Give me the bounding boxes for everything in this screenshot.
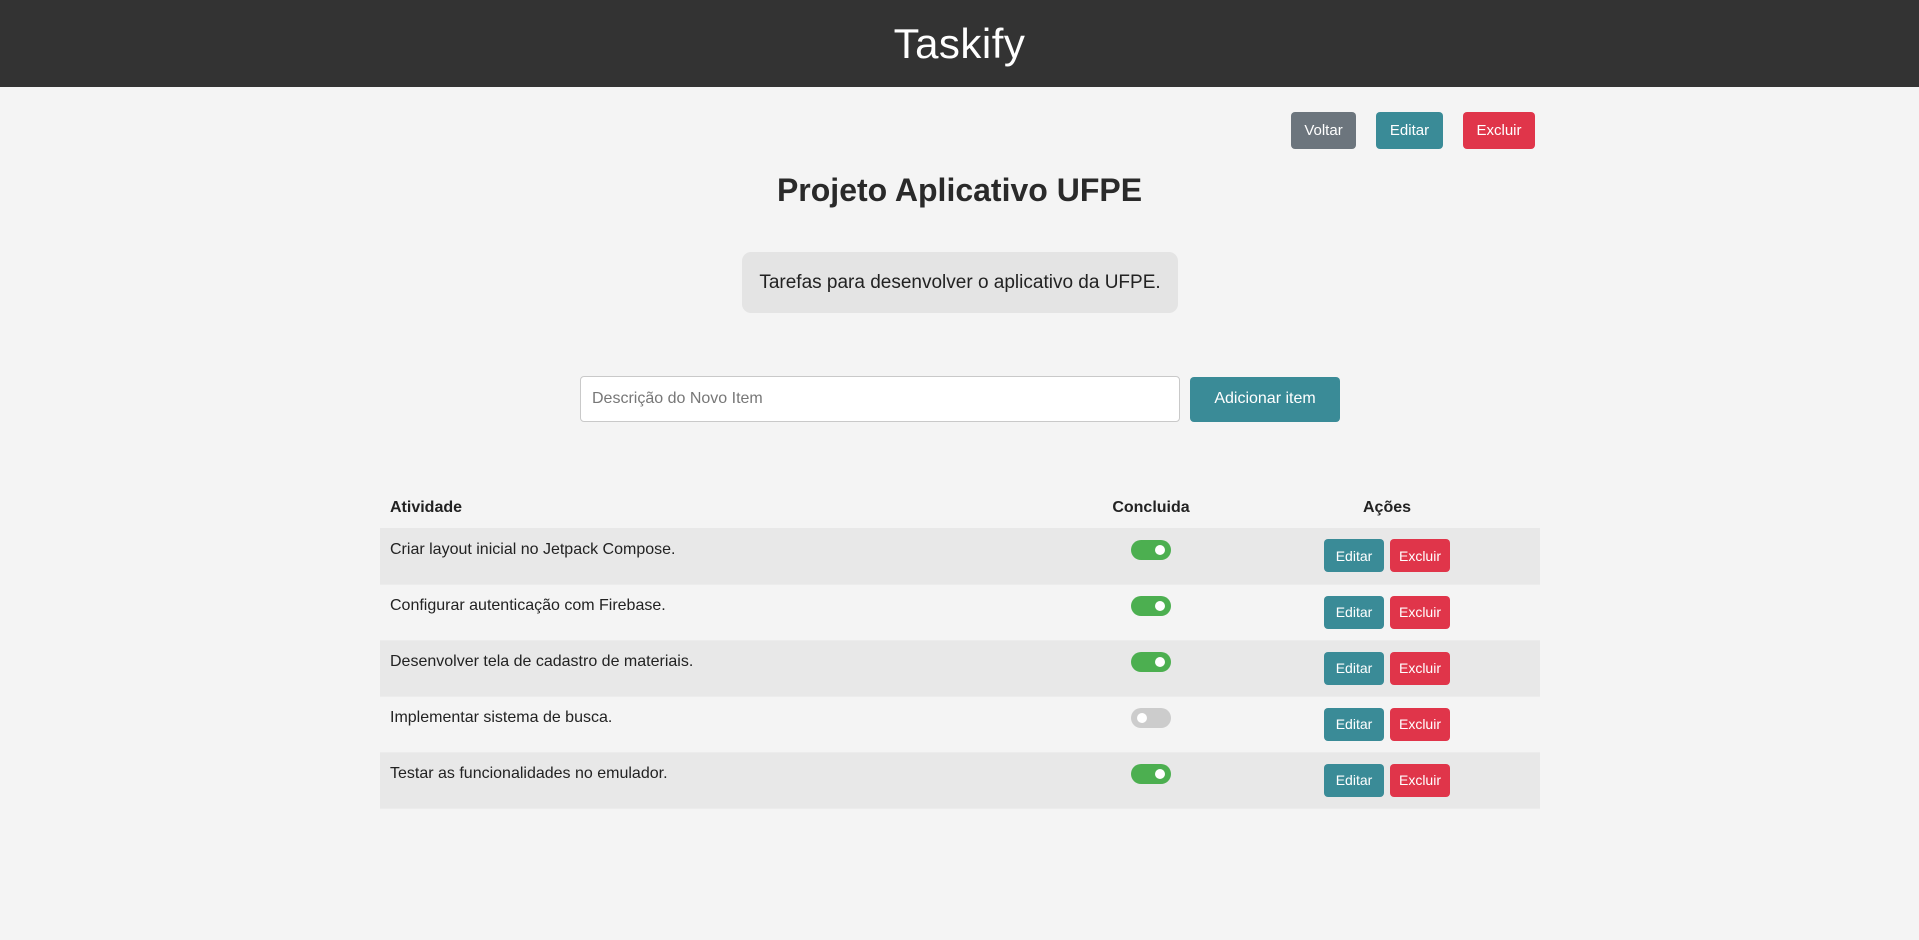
header-activity: Atividade	[390, 499, 463, 516]
task-actions: Editar Excluir	[1234, 584, 1540, 641]
back-button[interactable]: Voltar	[1291, 112, 1356, 149]
task-done-cell	[1068, 640, 1234, 697]
task-actions: Editar Excluir	[1234, 528, 1540, 585]
delete-task-button[interactable]: Excluir	[1390, 651, 1450, 685]
project-description: Tarefas para desenvolver o aplicativo da…	[742, 252, 1178, 313]
done-toggle[interactable]	[1131, 764, 1171, 784]
delete-task-button[interactable]: Excluir	[1390, 539, 1450, 573]
done-toggle[interactable]	[1131, 596, 1171, 616]
edit-task-button[interactable]: Editar	[1324, 595, 1384, 629]
task-done-cell	[1068, 528, 1234, 585]
app-header: Taskify	[0, 0, 1919, 87]
header-actions: Ações	[1362, 499, 1412, 516]
task-done-cell	[1068, 584, 1234, 641]
task-actions: Editar Excluir	[1234, 752, 1540, 809]
table-row: Testar as funcionalidades no emulador. Ed…	[380, 752, 1540, 809]
project-description-text: Tarefas para desenvolver o aplicativo da…	[759, 271, 1161, 293]
done-toggle[interactable]	[1131, 652, 1171, 672]
delete-task-button[interactable]: Excluir	[1390, 707, 1450, 741]
task-activity: Desenvolver tela de cadastro de materiai…	[380, 640, 1068, 697]
done-toggle[interactable]	[1131, 539, 1171, 560]
app-title: Taskify	[893, 19, 1026, 67]
task-actions: Editar Excluir	[1234, 696, 1540, 753]
add-item-form: Adicionar item	[580, 376, 1340, 422]
toggle-knob	[1155, 544, 1165, 555]
edit-task-button[interactable]: Editar	[1324, 763, 1384, 797]
table-row: Configurar autenticação com Firebase. Edi…	[380, 584, 1540, 641]
table-row: Desenvolver tela de cadastro de materiai…	[380, 640, 1540, 697]
new-item-input[interactable]	[580, 376, 1180, 422]
table-row: Criar layout inicial no Jetpack Compose.…	[380, 528, 1540, 585]
project-actions: Voltar Editar Excluir	[1291, 112, 1535, 149]
edit-task-button[interactable]: Editar	[1324, 707, 1384, 741]
header-done: Concluida	[1112, 499, 1190, 516]
task-activity: Criar layout inicial no Jetpack Compose.	[380, 528, 1068, 585]
table-header-row: Atividade Concluida Ações	[380, 488, 1540, 528]
toggle-knob	[1155, 601, 1165, 611]
task-activity: Configurar autenticação com Firebase.	[380, 584, 1068, 641]
edit-task-button[interactable]: Editar	[1324, 539, 1384, 573]
task-done-cell	[1068, 696, 1234, 753]
task-actions: Editar Excluir	[1234, 640, 1540, 697]
toggle-knob	[1155, 657, 1165, 667]
edit-task-button[interactable]: Editar	[1324, 651, 1384, 685]
delete-project-button[interactable]: Excluir	[1463, 112, 1535, 149]
delete-task-button[interactable]: Excluir	[1390, 595, 1450, 629]
toggle-knob	[1137, 713, 1147, 723]
task-done-cell	[1068, 752, 1234, 809]
add-item-button[interactable]: Adicionar item	[1190, 376, 1340, 422]
task-table: Atividade Concluida Ações Criar layout i…	[380, 488, 1540, 809]
table-row: Implementar sistema de busca. Editar Exclu…	[380, 696, 1540, 753]
project-title: Projeto Aplicativo UFPE	[776, 172, 1143, 208]
delete-task-button[interactable]: Excluir	[1390, 763, 1450, 797]
done-toggle[interactable]	[1131, 708, 1171, 728]
task-activity: Implementar sistema de busca.	[380, 696, 1068, 753]
edit-project-button[interactable]: Editar	[1376, 112, 1443, 149]
task-activity: Testar as funcionalidades no emulador.	[380, 752, 1068, 809]
toggle-knob	[1155, 769, 1165, 779]
